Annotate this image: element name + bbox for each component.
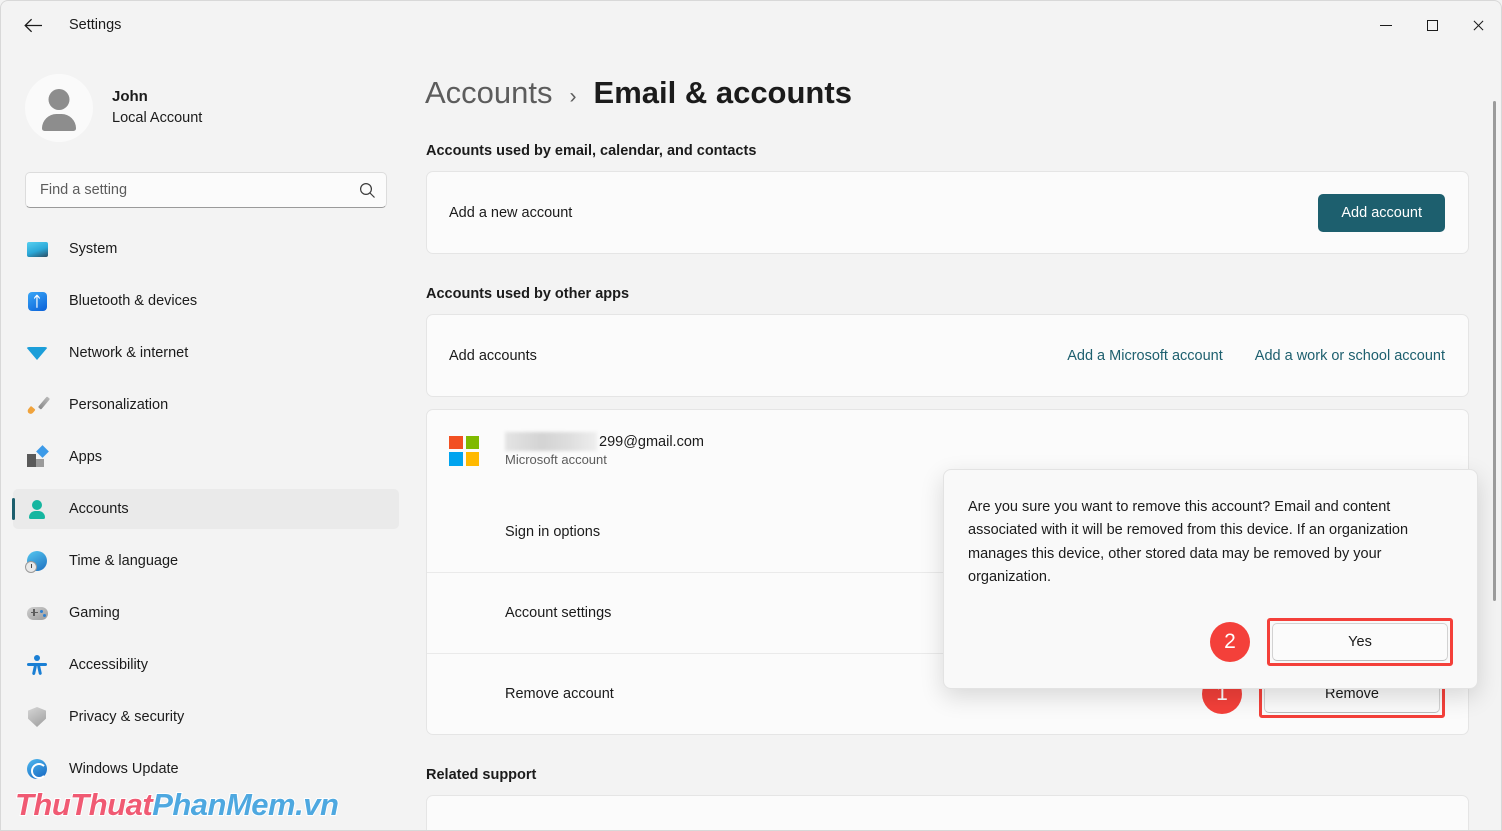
minimize-icon [1380, 24, 1392, 26]
monitor-icon [25, 237, 49, 261]
remove-account-confirmation-dialog: Are you sure you want to remove this acc… [943, 469, 1478, 689]
page-title: Email & accounts [593, 75, 852, 110]
shield-icon [25, 705, 49, 729]
sidebar-item-label: Gaming [69, 605, 120, 621]
account-email-suffix: 299@gmail.com [599, 433, 704, 450]
add-account-button[interactable]: Add account [1318, 193, 1445, 232]
profile-section[interactable]: John Local Account [1, 49, 411, 142]
annotation-badge-2: 2 [1210, 621, 1250, 662]
sidebar-item-network-internet[interactable]: Network & internet [13, 333, 399, 373]
search-wrap [1, 142, 411, 208]
redacted-email-prefix [505, 432, 597, 451]
card-related-support [426, 795, 1469, 830]
vertical-scrollbar[interactable] [1493, 101, 1496, 601]
person-avatar-icon [48, 89, 70, 110]
add-microsoft-account-link[interactable]: Add a Microsoft account [1067, 348, 1223, 364]
sidebar-nav: System ᛏ Bluetooth & devices Network & i… [1, 229, 411, 789]
account-type: Microsoft account [505, 452, 607, 467]
sidebar-item-system[interactable]: System [13, 229, 399, 269]
sidebar-item-label: Windows Update [69, 761, 179, 777]
row-related-support[interactable] [427, 796, 1468, 830]
account-email: 299@gmail.com [505, 432, 1445, 451]
sidebar-item-apps[interactable]: Apps [13, 437, 399, 477]
sidebar-item-label: Accounts [69, 501, 129, 517]
add-work-school-account-link[interactable]: Add a work or school account [1255, 348, 1445, 364]
sidebar-item-label: Time & language [69, 553, 179, 569]
sidebar-item-accessibility[interactable]: Accessibility [13, 645, 399, 685]
apps-icon [25, 445, 49, 469]
sidebar-item-accounts[interactable]: Accounts [12, 489, 399, 529]
sidebar-item-label: Accessibility [69, 657, 148, 673]
sidebar-item-label: Network & internet [69, 345, 189, 361]
search-box[interactable] [25, 172, 387, 208]
person-icon [25, 497, 49, 521]
clock-globe-icon [25, 549, 49, 573]
app-title: Settings [69, 17, 122, 33]
profile-text: John Local Account [112, 86, 202, 130]
sidebar-item-label: Bluetooth & devices [69, 293, 198, 309]
breadcrumb-parent[interactable]: Accounts [425, 75, 553, 111]
account-info: 299@gmail.com Microsoft account [505, 432, 1445, 469]
dialog-message: Are you sure you want to remove this acc… [968, 499, 1409, 586]
section-heading-other-apps: Accounts used by other apps [426, 286, 630, 302]
search-input[interactable] [40, 182, 359, 198]
main-content: Accounts › Email & accounts Accounts use… [411, 49, 1501, 830]
close-icon [1472, 19, 1485, 32]
gamepad-icon [25, 601, 49, 625]
window-controls [1363, 1, 1501, 49]
section-heading-related-support: Related support [426, 767, 537, 783]
settings-window: Settings John Local Account Find a setti… [0, 0, 1502, 831]
close-button[interactable] [1455, 1, 1501, 49]
maximize-icon [1426, 19, 1438, 31]
sidebar-item-windows-update[interactable]: Windows Update [13, 749, 399, 789]
search-icon[interactable] [359, 182, 376, 199]
accessibility-icon [25, 653, 49, 677]
row-add-accounts: Add accounts Add a Microsoft account Add… [427, 315, 1468, 396]
dialog-actions: 2 Yes [968, 617, 1453, 666]
sidebar-item-label: Personalization [69, 397, 169, 413]
bluetooth-icon: ᛏ [25, 289, 49, 313]
minimize-button[interactable] [1363, 1, 1409, 49]
profile-subtitle: Local Account [112, 110, 203, 126]
row-label: Add accounts [449, 347, 537, 364]
sidebar-item-time-language[interactable]: Time & language [13, 541, 399, 581]
breadcrumb-separator-icon: › [569, 85, 577, 108]
update-icon [25, 757, 49, 781]
card-add-accounts: Add accounts Add a Microsoft account Add… [426, 314, 1469, 397]
confirm-yes-button[interactable]: Yes [1272, 622, 1448, 661]
sidebar: John Local Account System ᛏ Bluetooth & … [1, 49, 411, 830]
title-bar: Settings [1, 1, 1501, 49]
row-label: Add a new account [449, 204, 573, 221]
sidebar-item-bluetooth-devices[interactable]: ᛏ Bluetooth & devices [13, 281, 399, 321]
maximize-button[interactable] [1409, 1, 1455, 49]
sidebar-item-gaming[interactable]: Gaming [13, 593, 399, 633]
wifi-icon [25, 341, 49, 365]
sidebar-item-label: System [69, 241, 118, 257]
sidebar-item-privacy-security[interactable]: Privacy & security [13, 697, 399, 737]
breadcrumb: Accounts › Email & accounts [411, 49, 1501, 111]
row-add-new-account: Add a new account Add account [427, 172, 1468, 253]
back-arrow-icon [23, 18, 42, 32]
section-heading-email: Accounts used by email, calendar, and co… [426, 143, 757, 159]
microsoft-logo-icon [449, 435, 479, 466]
back-button[interactable] [15, 9, 51, 41]
annotation-highlight-yes: Yes [1267, 617, 1453, 666]
sidebar-item-label: Privacy & security [69, 709, 185, 725]
profile-name: John [112, 88, 148, 106]
card-add-new-account: Add a new account Add account [426, 171, 1469, 254]
avatar [25, 74, 93, 142]
sidebar-item-personalization[interactable]: Personalization [13, 385, 399, 425]
paintbrush-icon [25, 393, 51, 417]
sidebar-item-label: Apps [69, 449, 103, 465]
